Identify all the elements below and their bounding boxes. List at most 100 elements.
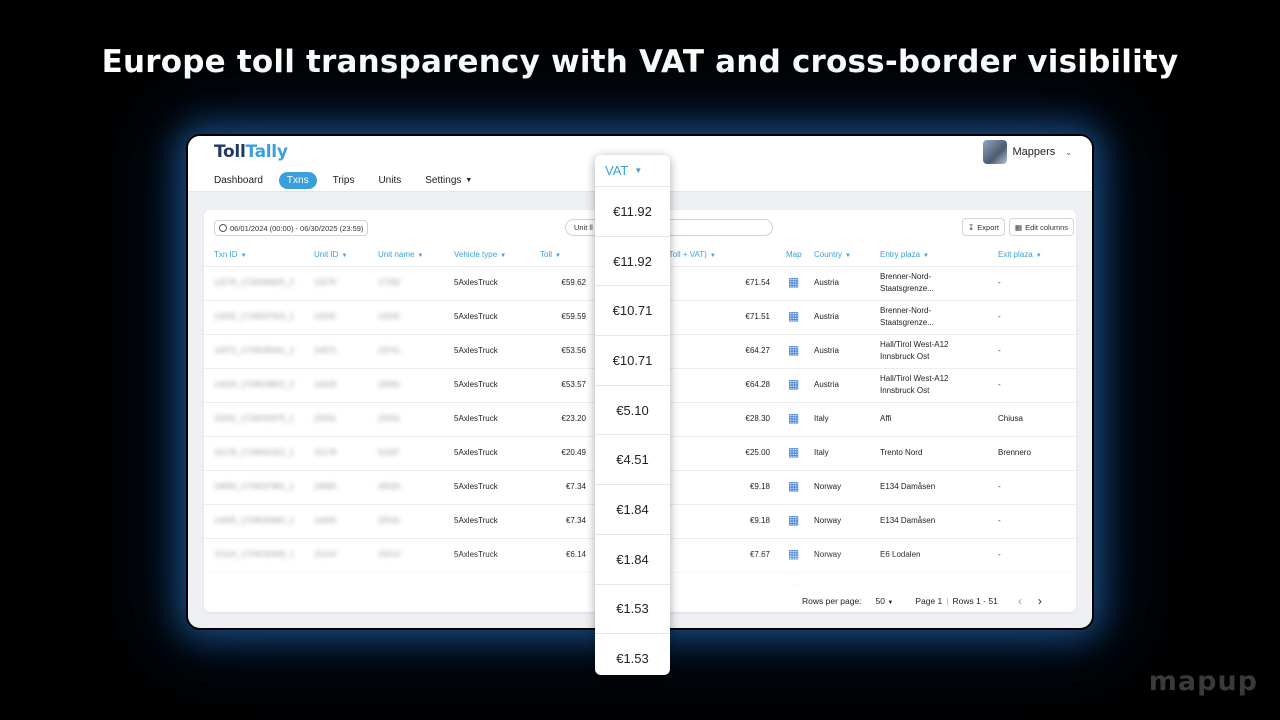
entry-plaza-line1: Brenner-Nord- bbox=[880, 306, 932, 315]
sort-icon: ▼ bbox=[417, 253, 424, 260]
vat-column-panel: VAT ▼ €11.92 €11.92 €10.71 €10.71 €5.10 €4.51… bbox=[595, 155, 670, 675]
user-menu[interactable]: Mappers ⌄ bbox=[982, 140, 1072, 164]
col-header-toll-vat[interactable]: (Toll + VAT) ▼ bbox=[666, 244, 780, 266]
map-icon[interactable]: ▦ bbox=[788, 411, 799, 425]
unit-id-cell: 14319 bbox=[314, 367, 378, 402]
exit-plaza-cell: - bbox=[998, 333, 1076, 368]
toll-cell: €59.59 bbox=[540, 299, 596, 334]
exit-plaza-cell: - bbox=[998, 265, 1076, 300]
date-range-picker[interactable]: 06/01/2024 (00:00) - 06/30/2025 (23:59) bbox=[214, 220, 369, 236]
toll-cell: €53.57 bbox=[540, 367, 596, 402]
prev-page-icon[interactable]: ‹ bbox=[1018, 594, 1022, 608]
rows-per-page-select[interactable]: 50 ▼ bbox=[876, 596, 894, 606]
vehicle-type-cell: 5AxlesTruck bbox=[454, 401, 540, 436]
map-icon[interactable]: ▦ bbox=[788, 275, 799, 289]
entry-plaza-line1: Hall/Tirol West-A12 bbox=[880, 374, 949, 383]
entry-plaza-line2: Staatsgrenze... bbox=[880, 284, 934, 293]
map-cell: ▦ bbox=[780, 503, 814, 538]
unit-id-cell: 14205 bbox=[314, 503, 378, 538]
vat-cell: €11.92 bbox=[595, 237, 670, 287]
col-header-entry-plaza[interactable]: Entry plaza ▼ bbox=[880, 244, 998, 266]
col-header-unit-id[interactable]: Unit ID ▼ bbox=[314, 244, 378, 266]
sort-icon: ▼ bbox=[500, 253, 507, 260]
chevron-down-icon: ▼ bbox=[465, 177, 473, 184]
entry-plaza-line1: E134 Damåsen bbox=[880, 516, 936, 525]
col-header-toll[interactable]: Toll ▼ bbox=[540, 244, 596, 266]
vat-cell: €1.84 bbox=[595, 485, 670, 535]
unit-name-cell: 22541 bbox=[378, 503, 454, 538]
vat-cell: €1.53 bbox=[595, 585, 670, 635]
country-cell: Austria bbox=[814, 299, 880, 334]
col-header-vehicle-type[interactable]: Vehicle type ▼ bbox=[454, 244, 540, 266]
toll-vat-cell: €25.00 bbox=[666, 435, 780, 470]
map-cell: ▦ bbox=[780, 265, 814, 300]
country-cell: Norway bbox=[814, 503, 880, 538]
exit-plaza-cell: - bbox=[998, 503, 1076, 538]
nav-settings[interactable]: Settings ▼ bbox=[417, 172, 480, 189]
map-icon[interactable]: ▦ bbox=[788, 343, 799, 357]
map-icon[interactable]: ▦ bbox=[788, 309, 799, 323]
toll-cell: €59.62 bbox=[540, 265, 596, 300]
nav-txns[interactable]: Txns bbox=[278, 172, 317, 189]
nav-settings-label: Settings bbox=[425, 175, 462, 186]
toll-vat-cell: €9.18 bbox=[666, 469, 780, 504]
col-label: (Toll + VAT) bbox=[666, 250, 707, 260]
vat-cell: €1.53 bbox=[595, 634, 670, 675]
unit-name-cell: 13242 bbox=[378, 299, 454, 334]
rows-per-page-value: 50 bbox=[875, 596, 886, 606]
country-cell: Italy bbox=[814, 401, 880, 436]
txn-id-cell: 14319_1724528822_2 bbox=[204, 367, 314, 402]
map-icon[interactable]: ▦ bbox=[788, 479, 799, 493]
toll-cell: €20.49 bbox=[540, 435, 596, 470]
col-header-vat[interactable]: VAT ▼ bbox=[595, 155, 670, 187]
vehicle-type-cell: 5AxlesTruck bbox=[454, 367, 540, 402]
unit-name-cell: 18341 bbox=[378, 367, 454, 402]
caret-down-icon: ▼ bbox=[887, 600, 894, 606]
next-page-icon[interactable]: › bbox=[1038, 594, 1042, 608]
col-header-exit-plaza[interactable]: Exit plaza ▼ bbox=[998, 244, 1076, 266]
exit-plaza-cell: - bbox=[998, 367, 1076, 402]
rows-per-page-label: Rows per page: bbox=[802, 596, 862, 606]
map-cell: ▦ bbox=[780, 299, 814, 334]
mapup-logo: mapup bbox=[1148, 666, 1258, 697]
entry-plaza-cell: Brenner-Nord- Staatsgrenze... bbox=[880, 265, 998, 300]
entry-plaza-line1: E134 Damåsen bbox=[880, 482, 936, 491]
vehicle-type-cell: 5AxlesTruck bbox=[454, 299, 540, 334]
map-icon[interactable]: ▦ bbox=[788, 377, 799, 391]
toll-cell: €7.34 bbox=[540, 469, 596, 504]
col-header-unit-name[interactable]: Unit name ▼ bbox=[378, 244, 454, 266]
headline: Europe toll transparency with VAT and cr… bbox=[101, 44, 1179, 80]
unit-name-cell: 45020 bbox=[378, 469, 454, 504]
vat-header-label: VAT bbox=[605, 163, 629, 178]
entry-plaza-line1: Hall/Tirol West-A12 bbox=[880, 340, 949, 349]
exit-plaza-cell: Chiusa bbox=[998, 401, 1076, 436]
col-label: Txn ID bbox=[214, 250, 238, 260]
country-cell: Norway bbox=[814, 469, 880, 504]
vehicle-type-cell: 5AxlesTruck bbox=[454, 469, 540, 504]
user-name: Mappers bbox=[1012, 146, 1056, 158]
toll-vat-cell: €71.54 bbox=[666, 265, 780, 300]
txn-id-cell: 12276_1724540925_2 bbox=[204, 265, 314, 300]
col-header-map: Map bbox=[786, 250, 802, 260]
unit-name-cell: 17292 bbox=[378, 265, 454, 300]
col-header-txn-id[interactable]: Txn ID ▼ bbox=[204, 244, 314, 266]
vehicle-type-cell: 5AxlesTruck bbox=[454, 333, 540, 368]
main-nav: Dashboard Txns Trips Units Settings ▼ bbox=[206, 172, 488, 189]
map-icon[interactable]: ▦ bbox=[788, 445, 799, 459]
nav-units[interactable]: Units bbox=[370, 172, 409, 189]
nav-trips[interactable]: Trips bbox=[325, 172, 363, 189]
tolltally-logo[interactable]: TollTally bbox=[214, 142, 288, 162]
sort-icon: ▼ bbox=[845, 253, 851, 260]
map-icon[interactable]: ▦ bbox=[788, 513, 799, 527]
columns-icon: ▦ bbox=[1015, 222, 1023, 232]
country-cell: Italy bbox=[814, 435, 880, 470]
export-button[interactable]: ↧ Export bbox=[962, 218, 1005, 236]
country-cell: Austria bbox=[814, 367, 880, 402]
country-cell: Austria bbox=[814, 265, 880, 300]
nav-dashboard[interactable]: Dashboard bbox=[206, 172, 271, 189]
export-label: Export bbox=[977, 222, 999, 232]
edit-columns-button[interactable]: ▦ Edit columns bbox=[1009, 218, 1075, 236]
sort-icon: ▼ bbox=[709, 253, 716, 260]
toll-vat-cell: €71.51 bbox=[666, 299, 780, 334]
col-header-country[interactable]: Country ▼ bbox=[814, 244, 880, 266]
